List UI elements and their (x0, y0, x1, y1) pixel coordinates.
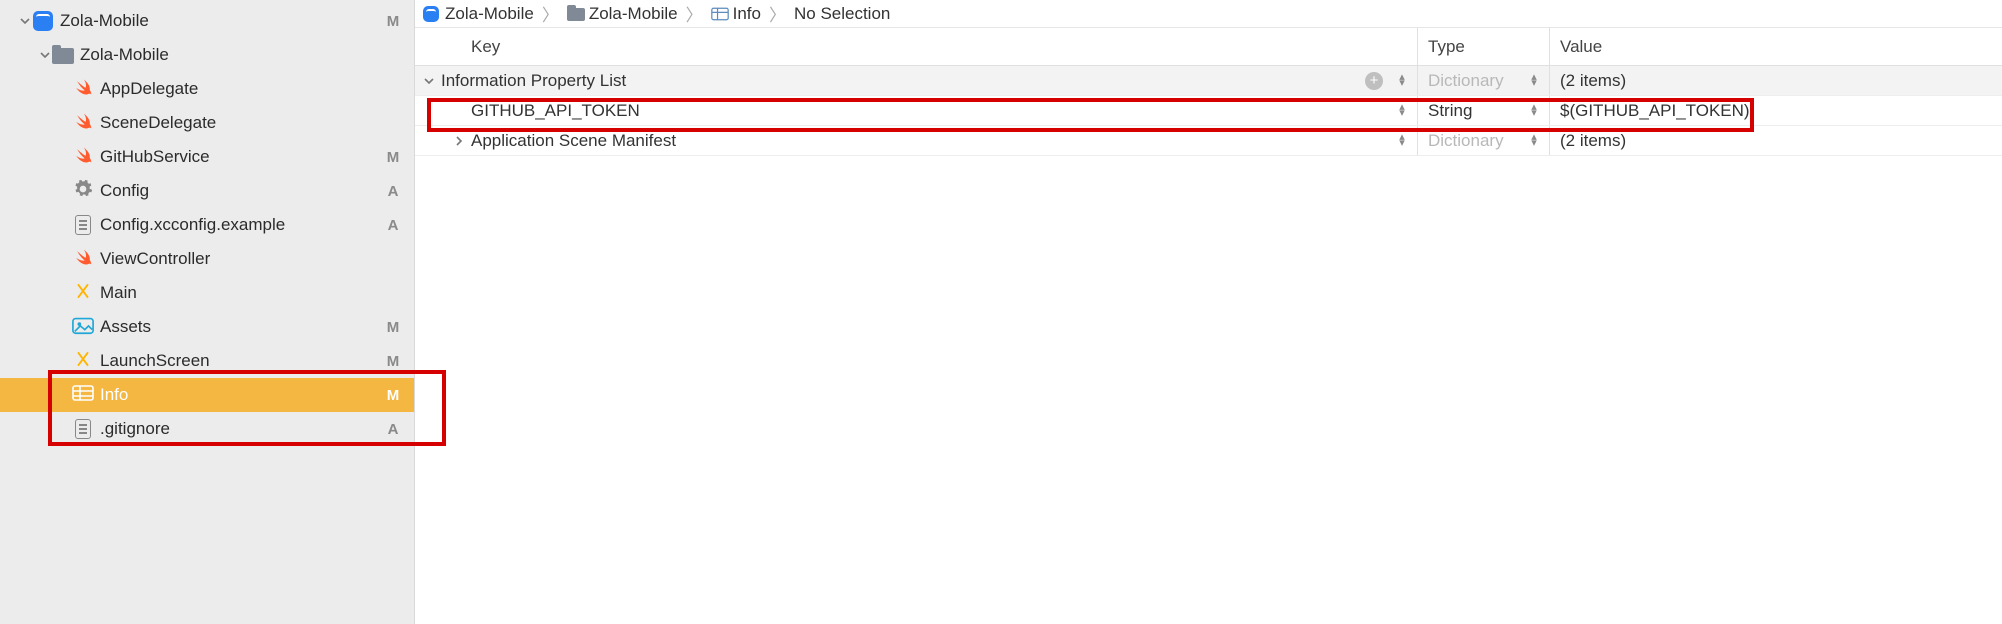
folder-icon (567, 5, 585, 23)
plist-header: Key Type Value (415, 28, 2002, 66)
storyboard-icon (72, 282, 94, 304)
tree-label: Assets (100, 317, 384, 337)
file-navigator: Zola-Mobile M Zola-Mobile AppDelegate Sce… (0, 0, 415, 624)
scm-status: M (384, 319, 414, 336)
chevron-down-icon[interactable] (18, 16, 32, 26)
plist-type: String (1428, 101, 1472, 121)
plist-type: Dictionary (1428, 71, 1504, 91)
plist-type-cell[interactable]: Dictionary ▴▾ (1418, 66, 1550, 95)
breadcrumb: Zola-Mobile 〉 Zola-Mobile 〉 Info 〉 No Se… (415, 0, 2002, 28)
stepper-icon[interactable]: ▴▾ (1525, 135, 1543, 146)
tree-group[interactable]: Zola-Mobile (0, 38, 414, 72)
plist-key: Application Scene Manifest (471, 131, 676, 151)
plist-value-cell[interactable]: $(GITHUB_API_TOKEN) (1550, 96, 2002, 125)
storyboard-icon (72, 350, 94, 372)
plus-icon[interactable]: + (1365, 72, 1383, 90)
tree-label: .gitignore (100, 419, 384, 439)
stepper-icon[interactable]: ▴▾ (1393, 75, 1411, 86)
doc-icon (72, 418, 94, 440)
editor-area: Zola-Mobile 〉 Zola-Mobile 〉 Info 〉 No Se… (415, 0, 2002, 624)
tree-file-info[interactable]: InfoM (0, 378, 414, 412)
plist-value: $(GITHUB_API_TOKEN) (1560, 101, 1750, 121)
swift-icon (72, 248, 94, 270)
plist-row[interactable]: GITHUB_API_TOKEN ▴▾ String ▴▾ $(GITHUB_API_T… (415, 96, 2002, 126)
app-icon (423, 5, 441, 23)
column-header-key[interactable]: Key (415, 28, 1418, 65)
tree-label: Info (100, 385, 384, 405)
tree-label: Config (100, 181, 384, 201)
doc-icon (72, 214, 94, 236)
plist-row[interactable]: Application Scene Manifest ▴▾ Dictionary ▴▾… (415, 126, 2002, 156)
tree-label: Main (100, 283, 384, 303)
plist-type: Dictionary (1428, 131, 1504, 151)
column-header-value[interactable]: Value (1550, 28, 2002, 65)
tree-file--gitignore[interactable]: .gitignoreA (0, 412, 414, 446)
breadcrumb-item[interactable]: No Selection (794, 4, 890, 24)
tree-label: Config.xcconfig.example (100, 215, 384, 235)
tree-label: GitHubService (100, 147, 384, 167)
tree-label: LaunchScreen (100, 351, 384, 371)
tree-label: Zola-Mobile (80, 45, 384, 65)
tree-file-launchscreen[interactable]: LaunchScreenM (0, 344, 414, 378)
plist-icon (72, 384, 94, 406)
plist-key: Information Property List (441, 71, 626, 91)
column-header-type[interactable]: Type (1418, 28, 1550, 65)
swift-icon (72, 78, 94, 100)
stepper-icon[interactable]: ▴▾ (1525, 75, 1543, 86)
chevron-down-icon[interactable] (38, 50, 52, 60)
assets-icon (72, 316, 94, 338)
swift-icon (72, 146, 94, 168)
scm-status: M (384, 387, 414, 404)
swift-icon (72, 112, 94, 134)
tree-label: Zola-Mobile (60, 11, 384, 31)
gear-icon (72, 180, 94, 202)
tree-file-viewcontroller[interactable]: ViewController (0, 242, 414, 276)
tree-project-root[interactable]: Zola-Mobile M (0, 4, 414, 38)
chevron-right-icon: 〉 (542, 1, 559, 26)
tree-file-scenedelegate[interactable]: SceneDelegate (0, 106, 414, 140)
tree-file-appdelegate[interactable]: AppDelegate (0, 72, 414, 106)
chevron-right-icon[interactable] (451, 136, 467, 146)
tree-file-assets[interactable]: AssetsM (0, 310, 414, 344)
plist-type-cell[interactable]: String ▴▾ (1418, 96, 1550, 125)
chevron-right-icon: 〉 (686, 1, 703, 26)
plist-value: (2 items) (1560, 71, 1626, 91)
scm-status: M (384, 353, 414, 370)
tree-label: AppDelegate (100, 79, 384, 99)
plist-value: (2 items) (1560, 131, 1626, 151)
scm-status: A (384, 217, 414, 234)
scm-status: A (384, 183, 414, 200)
tree-file-config[interactable]: ConfigA (0, 174, 414, 208)
tree-file-githubservice[interactable]: GitHubServiceM (0, 140, 414, 174)
breadcrumb-item[interactable]: Zola-Mobile (589, 4, 678, 24)
tree-label: ViewController (100, 249, 384, 269)
scm-status: A (384, 421, 414, 438)
plist-value-cell[interactable]: (2 items) (1550, 126, 2002, 155)
chevron-down-icon[interactable] (421, 76, 437, 86)
stepper-icon[interactable]: ▴▾ (1525, 105, 1543, 116)
stepper-icon[interactable]: ▴▾ (1393, 135, 1411, 146)
plist-key: GITHUB_API_TOKEN (471, 101, 640, 121)
plist-row[interactable]: Information Property List + ▴▾ Dictionary ▴▾… (415, 66, 2002, 96)
plist-key-cell[interactable]: Application Scene Manifest ▴▾ (415, 126, 1418, 155)
tree-file-main[interactable]: Main (0, 276, 414, 310)
plist-key-cell[interactable]: Information Property List + ▴▾ (415, 66, 1418, 95)
app-icon (32, 10, 54, 32)
scm-status: M (384, 149, 414, 166)
plist-icon (711, 5, 729, 23)
breadcrumb-item[interactable]: Info (733, 4, 761, 24)
plist-value-cell[interactable]: (2 items) (1550, 66, 2002, 95)
plist-key-cell[interactable]: GITHUB_API_TOKEN ▴▾ (415, 96, 1418, 125)
breadcrumb-item[interactable]: Zola-Mobile (445, 4, 534, 24)
stepper-icon[interactable]: ▴▾ (1393, 105, 1411, 116)
tree-label: SceneDelegate (100, 113, 384, 133)
chevron-right-icon: 〉 (769, 1, 786, 26)
tree-file-config-xcconfig-example[interactable]: Config.xcconfig.exampleA (0, 208, 414, 242)
scm-status: M (384, 13, 414, 30)
folder-icon (52, 44, 74, 66)
plist-type-cell[interactable]: Dictionary ▴▾ (1418, 126, 1550, 155)
